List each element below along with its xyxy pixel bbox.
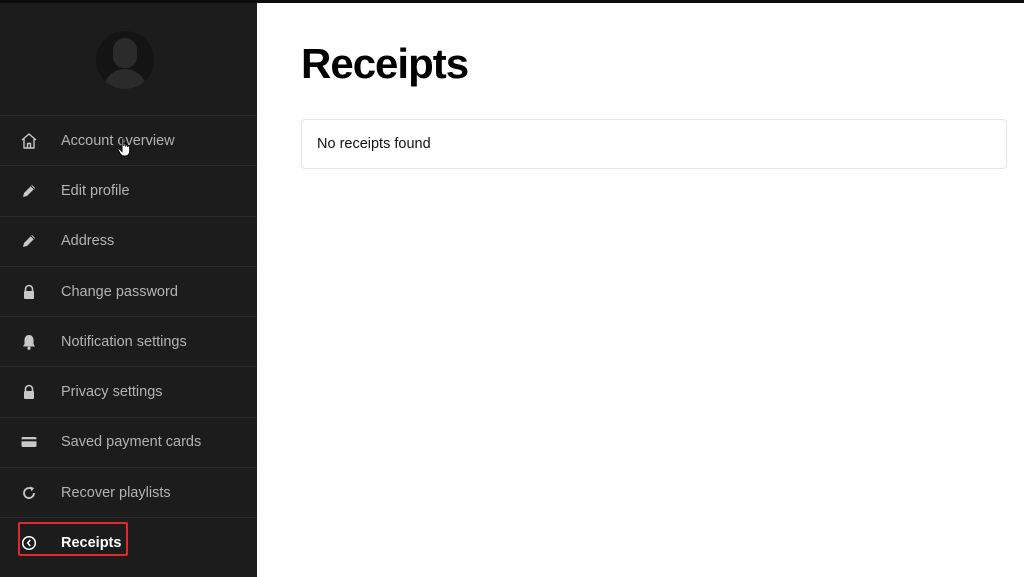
sidebar-item-saved-payment-cards[interactable]: Saved payment cards <box>0 416 257 467</box>
home-icon <box>20 132 38 150</box>
sidebar-item-label: Edit profile <box>61 182 130 199</box>
sidebar-item-label: Notification settings <box>61 333 187 350</box>
sidebar-item-edit-profile[interactable]: Edit profile <box>0 165 257 215</box>
sidebar-nav: Account overview Edit profile Address Ch… <box>0 115 257 568</box>
sidebar: Account overview Edit profile Address Ch… <box>0 3 257 577</box>
lock-icon <box>20 383 38 401</box>
lock-icon <box>20 283 38 301</box>
sidebar-item-label: Privacy settings <box>61 384 163 401</box>
sidebar-item-privacy-settings[interactable]: Privacy settings <box>0 366 257 416</box>
sidebar-item-receipts[interactable]: Receipts <box>0 517 257 567</box>
sidebar-item-notification-settings[interactable]: Notification settings <box>0 316 257 366</box>
refresh-icon <box>20 484 38 502</box>
hand-cursor-icon <box>117 137 133 159</box>
page-title: Receipts <box>301 40 469 87</box>
pencil-icon <box>20 182 38 200</box>
card-icon <box>20 433 38 451</box>
empty-state-message: No receipts found <box>317 136 431 152</box>
sidebar-item-label: Recover playlists <box>61 484 171 501</box>
sidebar-item-change-password[interactable]: Change password <box>0 265 257 316</box>
receipts-empty-card: No receipts found <box>301 119 1007 169</box>
sidebar-item-label: Change password <box>61 283 178 300</box>
pencil-icon <box>20 232 38 250</box>
clock-icon <box>20 534 38 552</box>
main-content: Receipts No receipts found <box>257 3 1024 577</box>
avatar[interactable] <box>96 31 154 89</box>
bell-icon <box>20 333 38 351</box>
sidebar-item-label: Receipts <box>61 535 122 552</box>
sidebar-item-label: Saved payment cards <box>61 434 202 451</box>
sidebar-item-label: Address <box>61 233 115 250</box>
sidebar-item-address[interactable]: Address <box>0 215 257 266</box>
sidebar-item-recover-playlists[interactable]: Recover playlists <box>0 467 257 517</box>
